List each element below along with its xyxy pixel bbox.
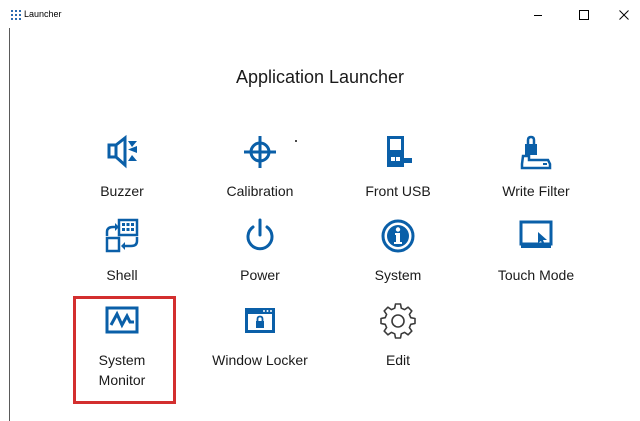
tile-label: Buzzer (100, 183, 144, 199)
launcher-app-icon (11, 10, 21, 20)
touch-screen-icon (518, 218, 554, 254)
tile-edit[interactable]: Edit (343, 303, 453, 370)
usb-icon (380, 134, 416, 170)
tile-label: Shell (106, 267, 138, 283)
tile-front-usb[interactable]: Front USB (343, 134, 453, 201)
tile-buzzer[interactable]: Buzzer (67, 134, 177, 201)
maximize-icon (579, 10, 589, 20)
speaker-icon (104, 134, 140, 170)
window-title: Launcher (24, 9, 62, 19)
close-button[interactable] (606, 0, 640, 30)
close-icon (619, 10, 629, 20)
maximize-button[interactable] (566, 0, 602, 30)
drive-lock-icon (518, 134, 554, 170)
tile-label: Window Locker (212, 352, 308, 368)
tile-label: System Monitor (98, 352, 146, 388)
tile-system[interactable]: System (343, 218, 453, 285)
tile-touch-mode[interactable]: Touch Mode (481, 218, 591, 285)
tile-label: Edit (385, 352, 411, 368)
tile-shell[interactable]: Shell (67, 218, 177, 285)
tile-label: Calibration (226, 183, 294, 199)
gear-icon (380, 303, 416, 339)
tile-label: System (374, 267, 422, 283)
tile-system-monitor[interactable]: System Monitor (67, 303, 177, 390)
window-lock-icon (242, 303, 278, 339)
minimize-icon (534, 15, 542, 16)
power-icon (242, 218, 278, 254)
tile-write-filter[interactable]: Write Filter (481, 134, 591, 201)
info-icon (380, 218, 416, 254)
tile-label: Write Filter (502, 183, 570, 199)
tile-power[interactable]: Power (205, 218, 315, 285)
tile-window-locker[interactable]: Window Locker (205, 303, 315, 370)
monitor-graph-icon (104, 303, 140, 339)
page-title: Application Launcher (235, 67, 405, 87)
title-bar[interactable]: Launcher (0, 0, 640, 30)
launcher-window: Launcher Application Launcher Buzzer Cal… (0, 0, 640, 421)
crosshair-icon (242, 134, 278, 170)
shell-swap-icon (104, 218, 140, 254)
tile-calibration[interactable]: Calibration (205, 134, 315, 201)
tile-label: Power (240, 267, 280, 283)
tile-label: Front USB (365, 183, 431, 199)
minimize-button[interactable] (520, 0, 556, 30)
tile-label: Touch Mode (497, 267, 575, 283)
